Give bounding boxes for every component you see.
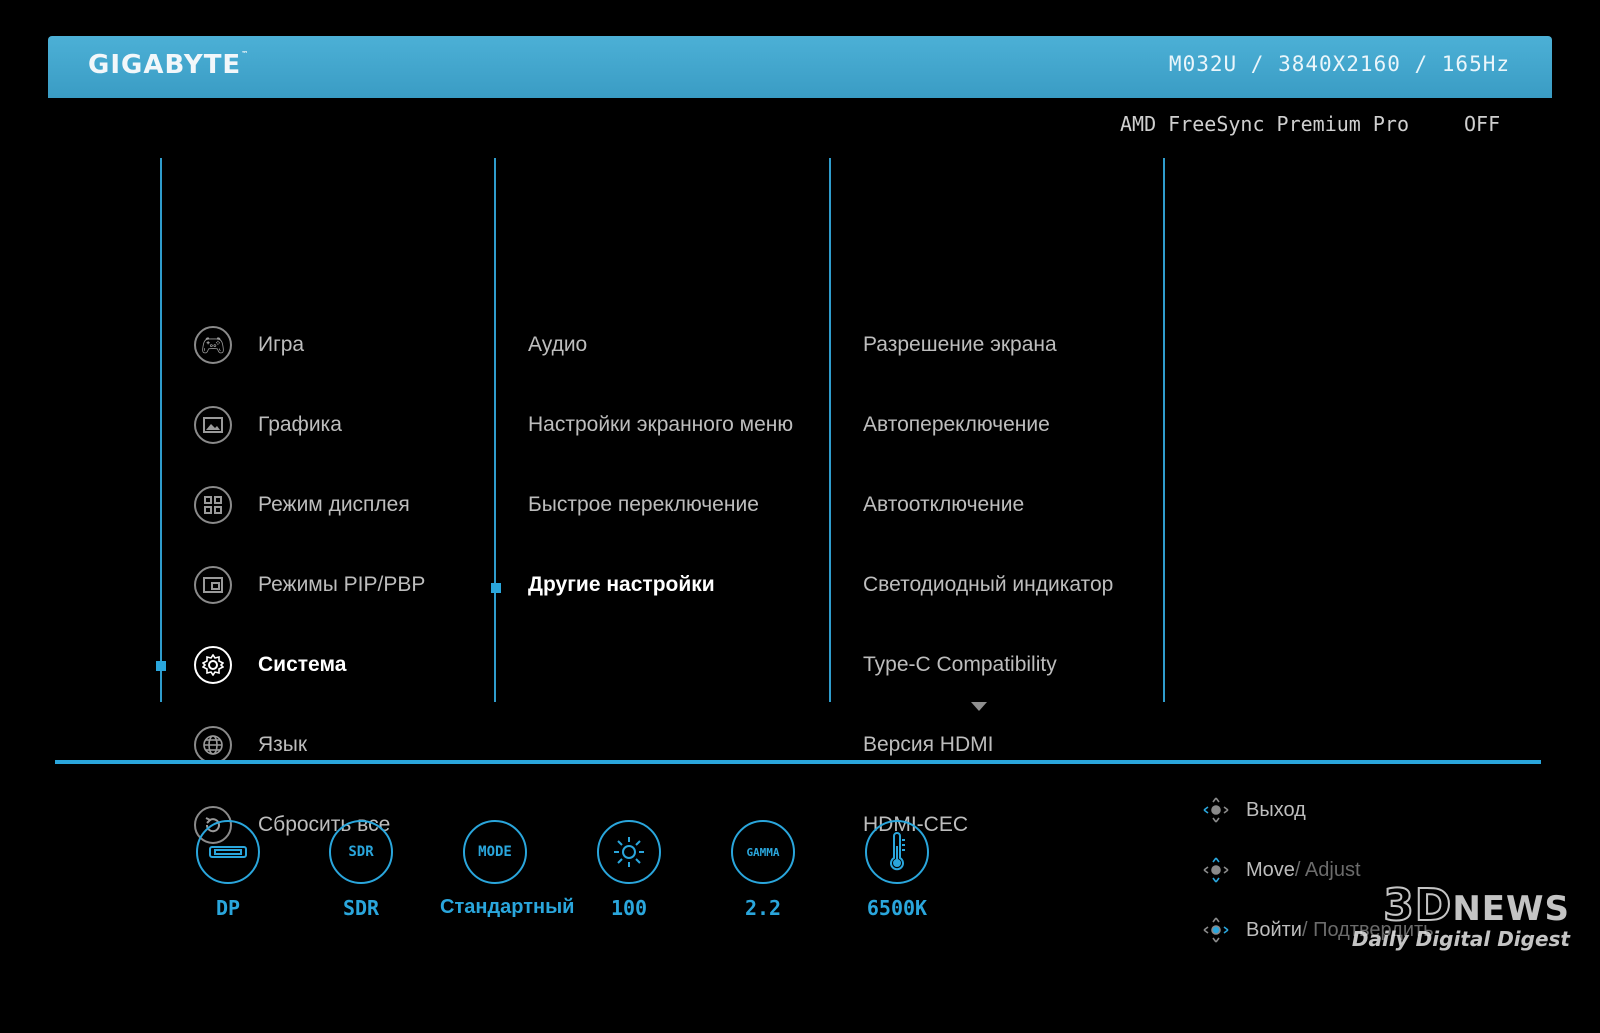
menu-item-label: Система xyxy=(258,653,347,676)
option-led-indicator[interactable]: Светодиодный индикатор xyxy=(863,562,1113,608)
option-auto-power-off[interactable]: Автоотключение xyxy=(863,482,1024,528)
brightness-icon xyxy=(597,820,661,884)
menu-item-game[interactable]: 🎮︎ Игра xyxy=(194,322,304,368)
sdr-icon: SDR xyxy=(329,820,393,884)
menu-item-graphics[interactable]: Графика xyxy=(194,402,342,448)
quick-status-label: Стандартный xyxy=(440,896,575,918)
quick-status-label: 100 xyxy=(610,896,648,920)
quick-status-label: SDR xyxy=(342,896,380,920)
globe-icon xyxy=(194,726,232,764)
selection-marker xyxy=(156,661,166,671)
submenu-item-osd-settings[interactable]: Настройки экранного меню xyxy=(528,402,793,448)
scroll-down-icon[interactable] xyxy=(971,702,987,711)
freesync-value: OFF xyxy=(1464,112,1501,136)
watermark-logo-text: NEWS xyxy=(1452,889,1570,929)
input-port-icon xyxy=(196,820,260,884)
column-divider xyxy=(160,158,162,702)
joystick-icon xyxy=(1203,857,1229,883)
color-temp-icon xyxy=(865,820,929,884)
quick-status-sdr: SDR SDR xyxy=(306,820,416,920)
quick-status-color-temp: 6500K xyxy=(842,820,952,920)
freesync-label: AMD FreeSync Premium Pro xyxy=(1120,112,1409,136)
menu-item-label: Игра xyxy=(258,333,305,356)
mode-icon: MODE xyxy=(463,820,527,884)
hint-label: Войти xyxy=(1246,918,1302,941)
column-divider xyxy=(494,158,496,702)
pip-icon xyxy=(194,566,232,604)
menu-item-label: Язык xyxy=(258,733,308,756)
grid-icon xyxy=(194,486,232,524)
osd-header-bar: GIGABYTE™ M032U / 3840X2160 / 165Hz xyxy=(48,36,1552,98)
column-divider xyxy=(1163,158,1165,702)
picture-icon xyxy=(194,406,232,444)
watermark-tagline: Daily Digital Digest xyxy=(1351,927,1570,951)
hint-exit: Выход xyxy=(1202,796,1306,824)
quick-status-label: 2.2 xyxy=(744,896,782,920)
joystick-icon xyxy=(1203,917,1229,943)
divider-line xyxy=(55,760,1541,764)
option-screen-resolution[interactable]: Разрешение экрана xyxy=(863,322,1057,368)
menu-item-label: Режим дисплея xyxy=(258,493,410,516)
quick-status-gamma: GAMMA 2.2 xyxy=(708,820,818,920)
quick-status-label: DP xyxy=(215,896,241,920)
hint-sublabel: / Adjust xyxy=(1294,858,1361,881)
hint-label: Выход xyxy=(1246,798,1306,821)
submenu-item-audio[interactable]: Аудио xyxy=(528,322,587,368)
joystick-icon xyxy=(1203,797,1229,823)
menu-item-system[interactable]: Система xyxy=(194,642,346,688)
quick-status-label: 6500K xyxy=(866,896,928,920)
column-divider xyxy=(829,158,831,702)
menu-item-label: Режимы PIP/PBP xyxy=(258,573,426,596)
quick-status-input: DP xyxy=(173,820,283,920)
hint-label: Move xyxy=(1246,858,1295,881)
quick-status-mode: MODE Стандартный xyxy=(440,820,575,919)
model-info: M032U / 3840X2160 / 165Hz xyxy=(1168,52,1510,76)
brand-logo: GIGABYTE™ xyxy=(88,50,250,80)
gamma-icon: GAMMA xyxy=(731,820,795,884)
gear-icon xyxy=(194,646,232,684)
watermark-logo: 3DNEWS Daily Digital Digest xyxy=(1300,879,1570,951)
quick-status-brightness: 100 xyxy=(574,820,684,920)
menu-item-pip-pbp[interactable]: Режимы PIP/PBP xyxy=(194,562,425,608)
submenu-item-quick-switch[interactable]: Быстрое переключение xyxy=(528,482,759,528)
menu-item-label: Графика xyxy=(258,413,342,436)
selection-marker xyxy=(491,583,501,593)
option-type-c-compatibility[interactable]: Type-C Compatibility xyxy=(863,642,1057,688)
option-auto-switch[interactable]: Автопереключение xyxy=(863,402,1050,448)
submenu-item-other-settings[interactable]: Другие настройки xyxy=(528,562,715,608)
menu-item-display-mode[interactable]: Режим дисплея xyxy=(194,482,410,528)
watermark-logo-num: 3D xyxy=(1382,879,1453,932)
gamepad-icon: 🎮︎ xyxy=(194,326,232,364)
